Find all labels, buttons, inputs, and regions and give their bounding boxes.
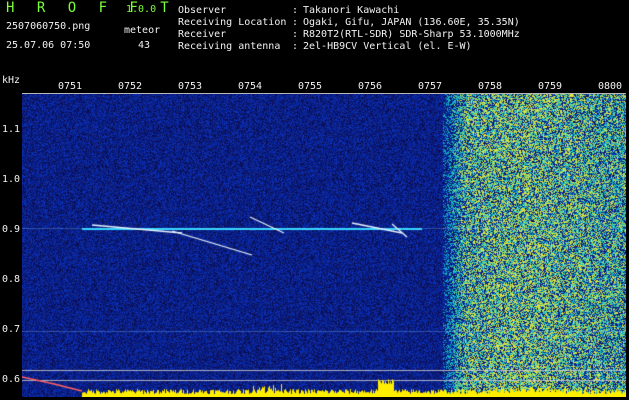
- x-tick-label: 0753: [178, 81, 203, 92]
- y-tick-label: 1.0: [2, 174, 21, 185]
- x-tick-label: 0754: [238, 81, 263, 92]
- file-name: 2507060750.png: [6, 21, 91, 32]
- x-tick-label: 0752: [118, 81, 143, 92]
- x-tick-label: 0800: [598, 81, 623, 92]
- info-key-antenna: Receiving antenna: [178, 41, 281, 52]
- x-tick-label: 0758: [478, 81, 503, 92]
- info-value-receiver: R820T2(RTL-SDR) SDR-Sharp 53.1000MHz: [303, 29, 520, 40]
- info-key-receiver: Receiver: [178, 29, 227, 40]
- y-tick-label: 0.8: [2, 274, 21, 285]
- y-tick-label: 0.6: [2, 374, 21, 385]
- info-key-observer: Observer: [178, 5, 227, 16]
- y-tick-label: 0.7: [2, 324, 21, 335]
- info-colon: :: [292, 5, 299, 16]
- info-colon: :: [292, 29, 299, 40]
- x-tick-label: 0759: [538, 81, 563, 92]
- detection-count: 43: [138, 40, 151, 51]
- x-tick-label: 0757: [418, 81, 443, 92]
- info-value-antenna: 2el-HB9CV Vertical (el. E-W): [303, 41, 472, 52]
- x-tick-label: 0751: [58, 81, 83, 92]
- detection-mode: meteor: [124, 25, 161, 36]
- info-value-observer: Takanori Kawachi: [303, 5, 400, 16]
- info-colon: :: [292, 41, 299, 52]
- app-version: 1.0.0: [126, 4, 157, 15]
- spectrogram-canvas: [22, 93, 626, 397]
- info-key-location: Receiving Location: [178, 17, 287, 28]
- y-tick-label: 1.1: [2, 124, 21, 135]
- info-colon: :: [292, 17, 299, 28]
- y-tick-label: 0.9: [2, 224, 21, 235]
- info-value-location: Ogaki, Gifu, JAPAN (136.60E, 35.35N): [303, 17, 520, 28]
- y-axis-unit: kHz: [2, 75, 21, 86]
- x-tick-label: 0755: [298, 81, 323, 92]
- capture-datetime: 25.07.06 07:50: [6, 40, 91, 51]
- x-tick-label: 0756: [358, 81, 383, 92]
